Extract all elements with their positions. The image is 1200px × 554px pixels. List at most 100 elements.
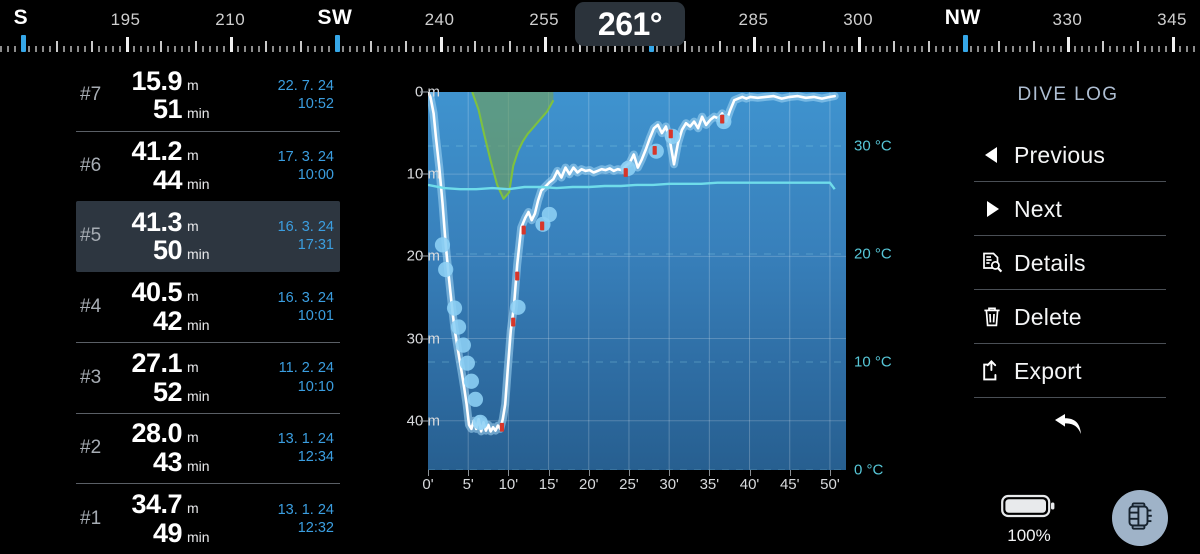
compass-tick [1151, 46, 1154, 52]
menu-item-previous[interactable]: Previous [962, 128, 1174, 182]
compass-tick [34, 46, 37, 52]
compass-tick [865, 46, 868, 52]
dive-stats: 41.3 m 50 min [120, 208, 262, 265]
dive-stats: 40.5 m 42 min [120, 278, 262, 335]
menu-item-delete[interactable]: Delete [962, 290, 1174, 344]
time-axis-tick [548, 470, 550, 476]
compass-tick [872, 46, 875, 52]
compass-tick [558, 46, 561, 52]
compass-label-240: 240 [424, 10, 455, 29]
time-axis-label: 5' [462, 476, 474, 493]
compass-tick [1116, 46, 1119, 52]
menu-item-label: Export [1014, 357, 1082, 384]
compass-tick [355, 46, 358, 52]
dive-log-list[interactable]: #7 15.9 m 51 min 22. 7. 24 10:52 #6 41.2 m 44 min 17… [76, 60, 340, 554]
menu-item-export[interactable]: Export [962, 344, 1174, 398]
compass-label-210: 210 [215, 10, 246, 29]
dive-list-row[interactable]: #6 41.2 m 44 min 17. 3. 24 10:00 [76, 130, 340, 202]
dive-number: #7 [80, 84, 102, 106]
temperature-axis-label: 20 °C [854, 245, 892, 263]
compass-tick [823, 41, 826, 52]
dive-list-row[interactable]: #3 27.1 m 52 min 11. 2. 24 10:10 [76, 342, 340, 413]
temperature-axis-label: 30 °C [854, 137, 892, 155]
dive-timestamp: 16. 3. 24 17:31 [262, 218, 336, 254]
battery-percent: 100% [1007, 526, 1051, 545]
compass-tick [809, 46, 812, 52]
stop-marker [541, 206, 557, 223]
compass-tick [739, 46, 742, 52]
time-axis-label: 50' [820, 476, 840, 493]
ascent-alert-marker [720, 114, 725, 124]
max-depth-unit: m [187, 217, 199, 234]
dive-number: #6 [80, 154, 102, 176]
dive-list-row[interactable]: #5 41.3 m 50 min 16. 3. 24 17:31 [76, 201, 340, 272]
time-axis-tick [829, 470, 831, 476]
document-search-icon [970, 251, 1014, 275]
stop-marker [450, 319, 467, 335]
compass-tick [844, 46, 847, 52]
compass-tick [879, 46, 882, 52]
compass-tick [1144, 46, 1147, 52]
depth-axis-tick [420, 255, 428, 257]
compass-tick [474, 41, 477, 52]
compass-tick [1053, 46, 1056, 52]
compass-tick [83, 46, 86, 52]
compass-tick [97, 46, 100, 52]
menu-items[interactable]: Previous Next Details Delete Export [962, 128, 1174, 398]
compass-tick [516, 46, 519, 52]
compass-tick [125, 37, 129, 52]
compass-ribbon[interactable]: S195210SW240255W285300NW330345 261° [0, 0, 1200, 56]
compass-tick [153, 46, 156, 52]
temperature-axis-label: 0 °C [854, 461, 884, 479]
compass-tick [202, 46, 205, 52]
compass-tick [732, 46, 735, 52]
compass-tick [118, 46, 121, 52]
compass-tick [265, 41, 268, 52]
dive-list-row[interactable]: #7 15.9 m 51 min 22. 7. 24 10:52 [76, 60, 340, 131]
compass-tick [837, 46, 840, 52]
dive-list-row[interactable]: #2 28.0 m 43 min 13. 1. 24 12:34 [76, 412, 340, 484]
compass-tick [1158, 46, 1161, 52]
compass-tick [230, 37, 234, 52]
compass-tick [1102, 41, 1105, 52]
time-axis-label: 10' [498, 476, 519, 493]
undo-button[interactable] [962, 398, 1174, 456]
compass-tick [593, 46, 596, 52]
max-depth-unit: m [187, 147, 199, 164]
heading-badge: 261° [575, 2, 685, 46]
time-axis-label: 30' [659, 476, 679, 493]
compass-tick [376, 46, 379, 52]
compass-tick [1186, 46, 1189, 52]
compass-tick [530, 46, 533, 52]
compass-tick [1025, 46, 1028, 52]
dive-list-row[interactable]: #1 34.7 m 49 min 13. 1. 24 12:32 [76, 483, 340, 554]
compass-tick [906, 46, 909, 52]
compass-tick [788, 41, 791, 52]
menu-item-next[interactable]: Next [962, 182, 1174, 236]
ascent-alert-marker [540, 221, 545, 231]
compass-tick [481, 46, 484, 52]
compass-tick [886, 46, 889, 52]
compass-tick [300, 41, 302, 52]
dive-date: 17. 3. 24 [277, 148, 334, 165]
compass-tick [606, 46, 609, 52]
temperature-line [428, 181, 836, 191]
menu-item-label: Previous [1014, 141, 1106, 168]
time-axis-label: 25' [619, 476, 639, 493]
compass-tick [718, 41, 721, 52]
menu-item-details[interactable]: Details [962, 236, 1174, 290]
compass-tick [341, 46, 344, 52]
dive-number: #4 [80, 295, 102, 317]
dive-list-row[interactable]: #4 40.5 m 42 min 16. 3. 24 10:01 [76, 272, 340, 343]
duration-unit: min [187, 316, 210, 333]
compass-tick [488, 46, 491, 52]
compass-tick [146, 46, 149, 52]
compass-tick [418, 46, 421, 52]
stop-marker [446, 300, 463, 316]
duration-value: 49 [152, 517, 183, 548]
stop-marker [455, 337, 471, 353]
compass-tick [174, 46, 177, 52]
compass-tick [655, 46, 658, 52]
dive-timestamp: 16. 3. 24 10:01 [262, 289, 336, 325]
dive-watch-button[interactable] [1112, 490, 1168, 546]
